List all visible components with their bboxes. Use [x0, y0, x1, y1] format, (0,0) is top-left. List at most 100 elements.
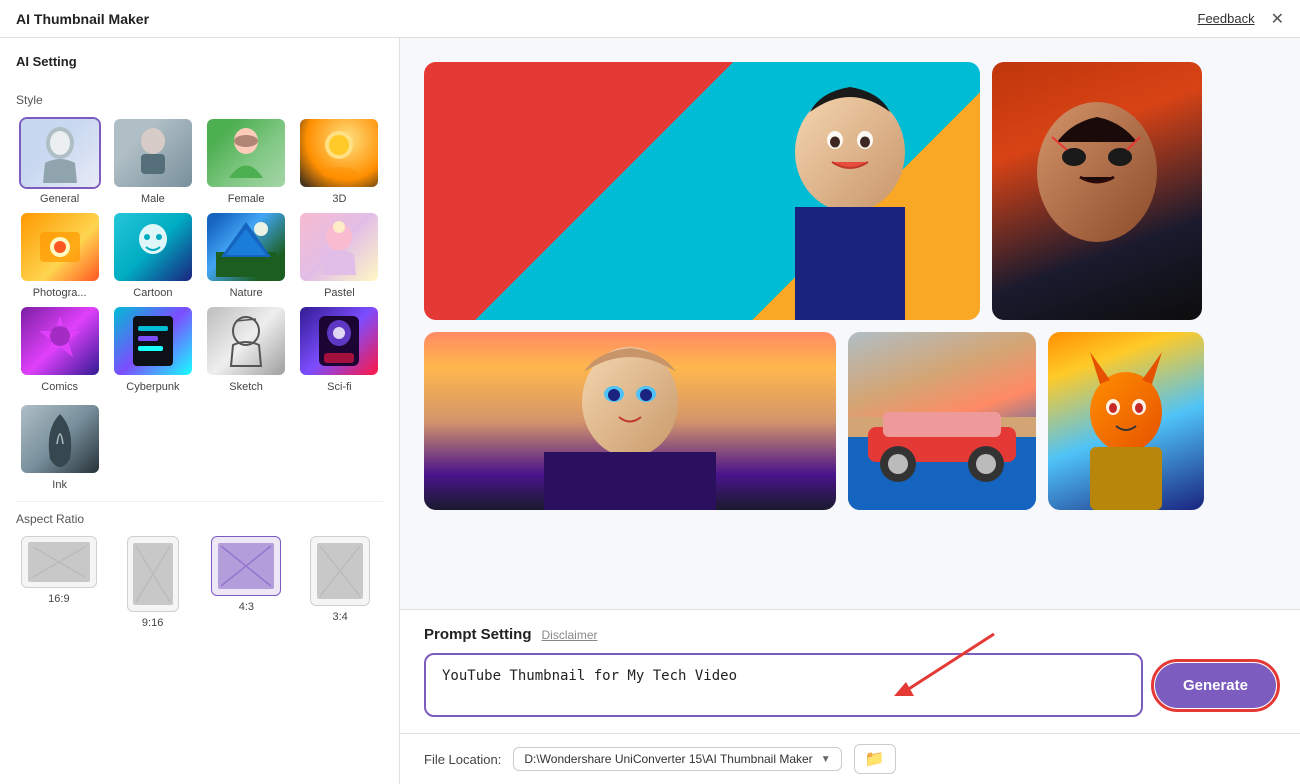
style-img-comics: [21, 307, 99, 375]
style-item-pastel[interactable]: Pastel: [296, 211, 383, 299]
person-overlay: [720, 62, 980, 320]
style-item-ink[interactable]: Ink: [16, 403, 103, 491]
prompt-input[interactable]: [424, 653, 1143, 717]
left-panel: AI Setting Style General: [0, 38, 400, 784]
style-img-sketch: [207, 307, 285, 375]
file-path-text: D:\Wondershare UniConverter 15\AI Thumbn…: [524, 752, 812, 766]
style-img-cartoon: [114, 213, 192, 281]
style-label-ink: Ink: [52, 479, 67, 491]
style-item-cartoon[interactable]: Cartoon: [109, 211, 196, 299]
style-item-male[interactable]: Male: [109, 117, 196, 205]
style-label-3d: 3D: [332, 193, 346, 205]
style-thumb-3d: [298, 117, 380, 189]
file-location-label: File Location:: [424, 752, 501, 767]
style-label-nature: Nature: [230, 287, 263, 299]
generate-btn-wrapper: Generate: [1155, 663, 1276, 708]
style-img-general: [21, 119, 99, 187]
style-label-female: Female: [228, 193, 265, 205]
feedback-link[interactable]: Feedback: [1198, 11, 1255, 26]
style-img-ink: [21, 405, 99, 473]
preview-row-top: [424, 62, 1276, 320]
style-label-cartoon: Cartoon: [133, 287, 172, 299]
style-img-nature: [207, 213, 285, 281]
aspect-label-9-16: 9:16: [142, 617, 163, 629]
style-img-female: [207, 119, 285, 187]
prompt-section: Prompt Setting Disclaimer Generate: [400, 609, 1300, 733]
aspect-inner-3-4: [317, 543, 363, 599]
folder-button[interactable]: 📁: [854, 744, 896, 774]
style-thumb-cyberpunk: [112, 305, 194, 377]
style-label-photographic: Photogra...: [33, 287, 87, 299]
aspect-item-3-4[interactable]: 3:4: [297, 536, 383, 629]
style-thumb-general: [19, 117, 101, 189]
preview-image-b1[interactable]: [424, 332, 836, 510]
style-thumb-male: [112, 117, 194, 189]
style-label: Style: [16, 93, 383, 107]
aspect-box-9-16: [127, 536, 179, 612]
style-item-comics[interactable]: Comics: [16, 305, 103, 393]
close-button[interactable]: ✕: [1271, 9, 1284, 29]
style-item-cyberpunk[interactable]: Cyberpunk: [109, 305, 196, 393]
style-item-photographic[interactable]: Photogra...: [16, 211, 103, 299]
preview-image-side[interactable]: [992, 62, 1202, 320]
style-thumb-photographic: [19, 211, 101, 283]
style-grid: General Male Female: [16, 117, 383, 393]
style-thumb-cartoon: [112, 211, 194, 283]
style-img-pastel: [300, 213, 378, 281]
style-label-cyberpunk: Cyberpunk: [126, 381, 179, 393]
style-img-3d: [300, 119, 378, 187]
right-panel: Prompt Setting Disclaimer Generate: [400, 38, 1300, 784]
aspect-inner-9-16: [133, 543, 173, 605]
title-bar: AI Thumbnail Maker Feedback ✕: [0, 0, 1300, 38]
file-bar: File Location: D:\Wondershare UniConvert…: [400, 733, 1300, 784]
aspect-box-4-3: [211, 536, 281, 596]
style-label-pastel: Pastel: [324, 287, 355, 299]
ai-setting-label: AI Setting: [16, 54, 383, 69]
style-thumb-comics: [19, 305, 101, 377]
style-item-sketch[interactable]: Sketch: [203, 305, 290, 393]
style-img-male: [114, 119, 192, 187]
style-thumb-scifi: [298, 305, 380, 377]
aspect-inner-4-3: [218, 543, 274, 589]
preview-image-b3[interactable]: [1048, 332, 1204, 510]
preview-image-b2[interactable]: [848, 332, 1036, 510]
aspect-ratio-grid: 16:9 9:16 4:3: [16, 536, 383, 629]
file-path-select[interactable]: D:\Wondershare UniConverter 15\AI Thumbn…: [513, 747, 841, 771]
style-thumb-sketch: [205, 305, 287, 377]
style-thumb-ink: [19, 403, 101, 475]
dropdown-arrow-icon: ▼: [821, 754, 831, 765]
preview-row-bottom: [424, 332, 1276, 510]
style-label-general: General: [40, 193, 79, 205]
style-img-scifi: [300, 307, 378, 375]
style-item-3d[interactable]: 3D: [296, 117, 383, 205]
style-img-cyberpunk: [114, 307, 192, 375]
disclaimer-link[interactable]: Disclaimer: [542, 628, 598, 642]
prompt-header: Prompt Setting Disclaimer: [424, 626, 1276, 643]
title-bar-actions: Feedback ✕: [1198, 9, 1285, 29]
style-img-photographic: [21, 213, 99, 281]
style-item-scifi[interactable]: Sci-fi: [296, 305, 383, 393]
aspect-ratio-label: Aspect Ratio: [16, 512, 383, 526]
style-thumb-pastel: [298, 211, 380, 283]
prompt-title: Prompt Setting: [424, 626, 532, 643]
aspect-item-4-3[interactable]: 4:3: [204, 536, 290, 629]
aspect-label-3-4: 3:4: [332, 611, 347, 623]
style-item-general[interactable]: General: [16, 117, 103, 205]
folder-icon: 📁: [865, 751, 885, 768]
preview-area: [400, 38, 1300, 609]
preview-image-main[interactable]: [424, 62, 980, 320]
generate-button[interactable]: Generate: [1155, 663, 1276, 708]
style-item-female[interactable]: Female: [203, 117, 290, 205]
aspect-label-4-3: 4:3: [239, 601, 254, 613]
style-item-nature[interactable]: Nature: [203, 211, 290, 299]
main-layout: AI Setting Style General: [0, 38, 1300, 784]
style-label-scifi: Sci-fi: [327, 381, 351, 393]
prompt-input-row: Generate: [424, 653, 1276, 717]
style-grid-ink: Ink: [16, 403, 383, 491]
divider: [16, 501, 383, 502]
app-title: AI Thumbnail Maker: [16, 11, 149, 27]
aspect-item-9-16[interactable]: 9:16: [110, 536, 196, 629]
style-thumb-nature: [205, 211, 287, 283]
aspect-item-16-9[interactable]: 16:9: [16, 536, 102, 629]
aspect-box-16-9: [21, 536, 97, 588]
